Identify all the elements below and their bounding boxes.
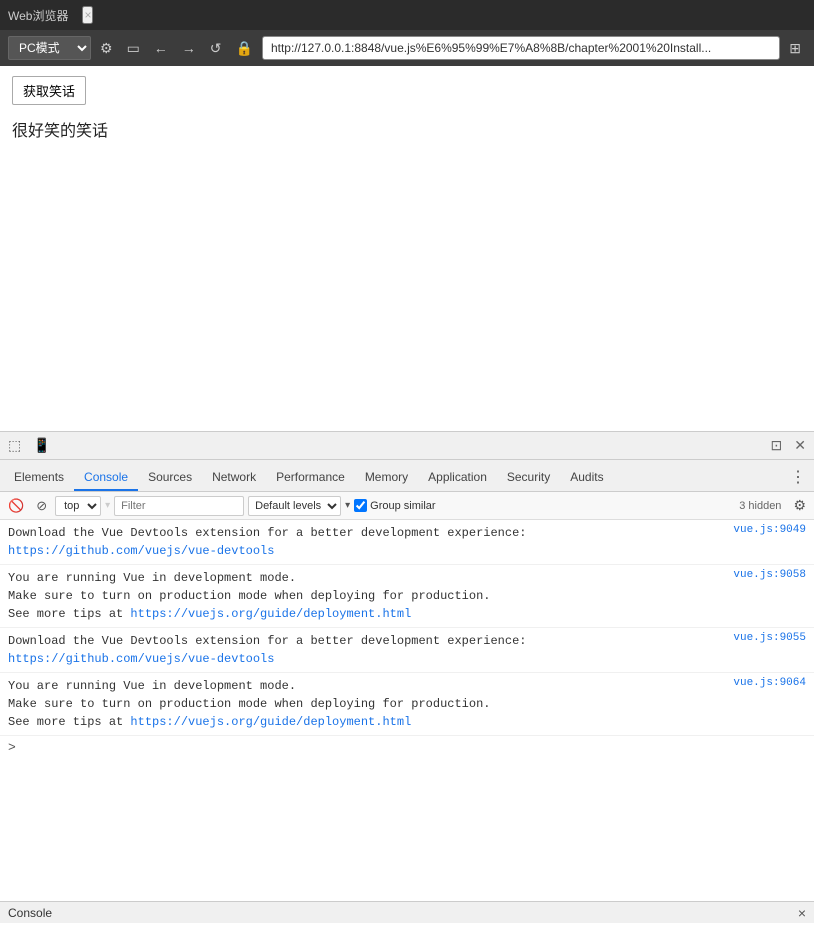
console-message-3-source[interactable]: vue.js:9055 [733, 632, 806, 644]
console-messages: Download the Vue Devtools extension for … [0, 520, 814, 901]
hidden-count: 3 hidden [739, 500, 785, 512]
context-separator: ▾ [105, 500, 110, 511]
refresh-button[interactable]: ↺ [205, 37, 227, 60]
console-message-4-link[interactable]: https://vuejs.org/guide/deployment.html [130, 715, 411, 729]
back-button[interactable]: ← [149, 37, 173, 59]
inspect-element-icon[interactable]: ⬚ [4, 435, 25, 456]
joke-text: 很好笑的笑话 [12, 117, 802, 141]
tab-network[interactable]: Network [202, 465, 266, 491]
tab-audits[interactable]: Audits [560, 465, 613, 491]
console-message-3-text: Download the Vue Devtools extension for … [8, 632, 725, 668]
tab-elements[interactable]: Elements [4, 465, 74, 491]
console-message-1-link[interactable]: https://github.com/vuejs/vue-devtools [8, 544, 274, 558]
browser-title-bar: Web浏览器 × [0, 0, 814, 30]
devtools-statusbar: Console × [0, 901, 814, 923]
page-content: 获取笑话 很好笑的笑话 [0, 66, 814, 431]
console-prompt-input[interactable] [20, 741, 806, 755]
log-level-arrow: ▾ [345, 500, 350, 511]
clear-console-button[interactable]: 🚫 [4, 496, 28, 516]
console-prompt-arrow: > [8, 740, 16, 755]
dock-icon[interactable]: ⊡ [767, 435, 787, 456]
devtools-topbar-right: ⊡ ✕ [767, 435, 810, 456]
console-message-2: You are running Vue in development mode.… [0, 565, 814, 628]
tab-security[interactable]: Security [497, 465, 560, 491]
console-settings-icon[interactable]: ⚙ [789, 495, 810, 516]
devtools-topbar-icons: ⬚ 📱 [4, 435, 55, 456]
address-bar[interactable]: http://127.0.0.1:8848/vue.js%E6%95%99%E7… [262, 36, 780, 60]
console-message-2-source[interactable]: vue.js:9058 [733, 569, 806, 581]
group-similar-checkbox[interactable] [354, 499, 367, 512]
devtools-tabs: Elements Console Sources Network Perform… [0, 460, 814, 492]
forward-button[interactable]: → [177, 37, 201, 59]
display-icon[interactable]: ▭ [122, 37, 145, 60]
tab-performance[interactable]: Performance [266, 465, 355, 491]
filter-input[interactable] [114, 496, 244, 516]
console-filter-icon[interactable]: ⊘ [32, 496, 51, 516]
status-close-button[interactable]: × [798, 905, 806, 921]
grid-icon[interactable]: ⊞ [784, 37, 806, 60]
console-message-4-source[interactable]: vue.js:9064 [733, 677, 806, 689]
console-message-3-link[interactable]: https://github.com/vuejs/vue-devtools [8, 652, 274, 666]
console-message-3: Download the Vue Devtools extension for … [0, 628, 814, 673]
console-message-4-text: You are running Vue in development mode.… [8, 677, 725, 731]
console-message-2-text: You are running Vue in development mode.… [8, 569, 725, 623]
console-toolbar: 🚫 ⊘ top ▾ Default levels ▾ Group similar… [0, 492, 814, 520]
context-select[interactable]: top [55, 496, 101, 516]
status-console-label: Console [8, 906, 52, 920]
device-toolbar-icon[interactable]: 📱 [29, 435, 54, 456]
console-prompt: > [0, 736, 814, 759]
group-similar-label[interactable]: Group similar [354, 499, 435, 512]
lock-icon[interactable]: 🔒 [231, 37, 258, 60]
log-level-select[interactable]: Default levels [248, 496, 341, 516]
console-message-2-link[interactable]: https://vuejs.org/guide/deployment.html [130, 607, 411, 621]
tab-memory[interactable]: Memory [355, 465, 418, 491]
devtools-topbar: ⬚ 📱 ⊡ ✕ [0, 432, 814, 460]
console-message-1-text: Download the Vue Devtools extension for … [8, 524, 725, 560]
get-joke-button[interactable]: 获取笑话 [12, 76, 86, 105]
browser-title: Web浏览器 [8, 7, 68, 24]
console-message-4: You are running Vue in development mode.… [0, 673, 814, 736]
browser-close-button[interactable]: × [82, 6, 93, 24]
console-message-1: Download the Vue Devtools extension for … [0, 520, 814, 565]
browser-toolbar: PC模式移动模式 ⚙ ▭ ← → ↺ 🔒 http://127.0.0.1:88… [0, 30, 814, 66]
more-tabs-icon[interactable]: ⋮ [786, 463, 810, 491]
close-devtools-icon[interactable]: ✕ [790, 435, 810, 456]
tab-sources[interactable]: Sources [138, 465, 202, 491]
tab-console[interactable]: Console [74, 465, 138, 491]
tab-application[interactable]: Application [418, 465, 497, 491]
settings-icon[interactable]: ⚙ [95, 37, 118, 60]
console-message-1-source[interactable]: vue.js:9049 [733, 524, 806, 536]
devtools-panel: ⬚ 📱 ⊡ ✕ Elements Console Sources Network… [0, 431, 814, 901]
mode-select[interactable]: PC模式移动模式 [8, 36, 91, 60]
